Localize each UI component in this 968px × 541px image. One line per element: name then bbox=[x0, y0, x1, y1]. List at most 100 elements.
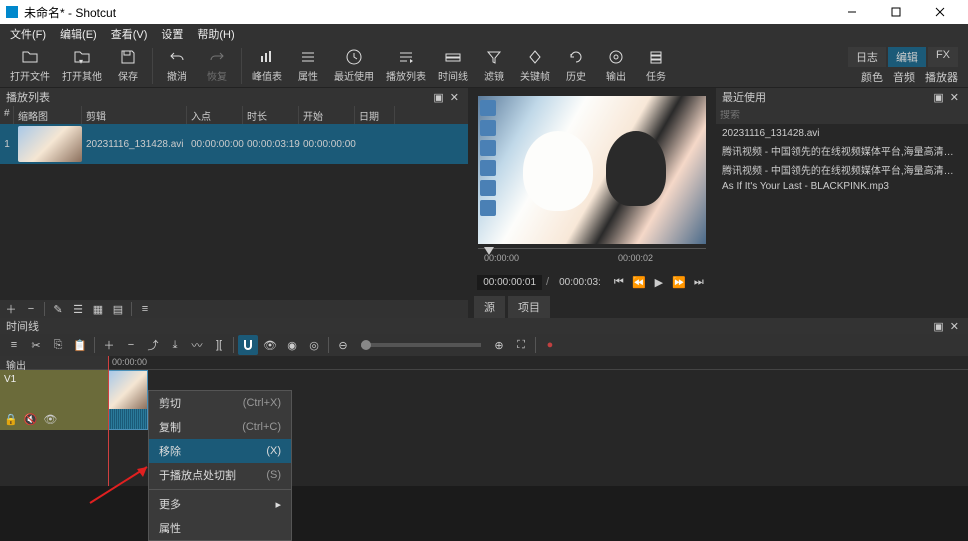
tab-audio[interactable]: 音频 bbox=[893, 69, 915, 85]
tab-player[interactable]: 播放器 bbox=[925, 69, 958, 85]
track-lock-icon[interactable]: 🔒 bbox=[4, 413, 18, 426]
recent-undock-icon[interactable]: ▣ bbox=[930, 91, 946, 104]
play-button[interactable]: ▶ bbox=[651, 274, 667, 290]
maximize-button[interactable] bbox=[874, 0, 918, 24]
context-cut[interactable]: 剪切(Ctrl+X) bbox=[149, 391, 291, 415]
open-file-button[interactable]: 打开文件 bbox=[4, 46, 56, 85]
snap-button[interactable] bbox=[238, 335, 258, 355]
recent-item[interactable]: 腾讯视频 - 中国领先的在线视频媒体平台,海量高清视频... bbox=[720, 160, 964, 179]
lift-button[interactable]: ⤴ bbox=[143, 335, 163, 355]
split-button[interactable]: 〰 bbox=[187, 335, 207, 355]
context-copy[interactable]: 复制(Ctrl+C) bbox=[149, 415, 291, 439]
playlist-remove-button[interactable]: − bbox=[22, 301, 40, 317]
undo-button[interactable]: 撤消 bbox=[157, 46, 197, 85]
playlist-close-icon[interactable]: ✕ bbox=[447, 91, 462, 104]
rewind-button[interactable]: ⏪ bbox=[631, 274, 647, 290]
jobs-icon bbox=[647, 48, 665, 66]
zoom-fit-button[interactable]: ⛶ bbox=[511, 335, 531, 355]
keyframes-button[interactable]: 关键帧 bbox=[514, 46, 556, 85]
tab-color[interactable]: 颜色 bbox=[861, 69, 883, 85]
preview-ruler[interactable]: 00:00:00 00:00:02 bbox=[478, 248, 706, 272]
tab-log[interactable]: 日志 bbox=[848, 47, 886, 67]
clock-icon bbox=[345, 48, 363, 66]
preview-viewport[interactable] bbox=[478, 96, 706, 244]
paste-button[interactable]: 📋 bbox=[70, 335, 90, 355]
current-timecode[interactable]: 00:00:00:01 bbox=[477, 275, 542, 290]
context-more[interactable]: 更多▸ bbox=[149, 492, 291, 516]
properties-icon bbox=[299, 48, 317, 66]
overwrite-button[interactable]: ⤓ bbox=[165, 335, 185, 355]
playlist-update-button[interactable]: ✎ bbox=[49, 301, 67, 317]
zoom-out-button[interactable]: ⊖ bbox=[333, 335, 353, 355]
tab-fx[interactable]: FX bbox=[928, 47, 958, 67]
context-properties[interactable]: 属性 bbox=[149, 516, 291, 540]
playlist-view-icons-button[interactable]: ▤ bbox=[109, 301, 127, 317]
timeline-clip[interactable] bbox=[108, 370, 148, 430]
output-label[interactable]: 输出 bbox=[0, 356, 108, 370]
menu-settings[interactable]: 设置 bbox=[155, 24, 189, 44]
timeline-close-icon[interactable]: ✕ bbox=[947, 320, 962, 333]
ripple-all-button[interactable]: ◎ bbox=[304, 335, 324, 355]
menu-help[interactable]: 帮助(H) bbox=[191, 24, 240, 44]
scrub-button[interactable]: 👁 bbox=[260, 335, 280, 355]
playlist-undock-icon[interactable]: ▣ bbox=[430, 91, 446, 104]
save-button[interactable]: 保存 bbox=[108, 46, 148, 85]
recent-item[interactable]: 腾讯视频 - 中国领先的在线视频媒体平台,海量高清视频... bbox=[720, 141, 964, 160]
recent-item[interactable]: 20231116_131428.avi bbox=[720, 126, 964, 141]
menu-file[interactable]: 文件(F) bbox=[4, 24, 52, 44]
context-remove[interactable]: 移除(X) bbox=[149, 439, 291, 463]
menu-view[interactable]: 查看(V) bbox=[105, 24, 154, 44]
export-button[interactable]: 输出 bbox=[596, 46, 636, 85]
playlist-add-button[interactable]: ＋ bbox=[2, 301, 20, 317]
history-button[interactable]: 历史 bbox=[556, 46, 596, 85]
tab-edit[interactable]: 编辑 bbox=[888, 47, 926, 67]
folder-open-icon bbox=[21, 48, 39, 66]
skip-next-button[interactable]: ⏭ bbox=[691, 274, 707, 290]
playlist-view-list-button[interactable]: ☰ bbox=[69, 301, 87, 317]
ripple-button[interactable]: ◉ bbox=[282, 335, 302, 355]
split2-button[interactable]: ][ bbox=[209, 335, 229, 355]
append-button[interactable]: ＋ bbox=[99, 335, 119, 355]
filters-button[interactable]: 滤镜 bbox=[474, 46, 514, 85]
playlist-button[interactable]: 播放列表 bbox=[380, 46, 432, 85]
title-bar: 未命名* - Shotcut bbox=[0, 0, 968, 24]
timeline-header: 时间线 ▣ ✕ bbox=[0, 318, 968, 334]
track-head-v1[interactable]: V1 🔒 🔇 👁 bbox=[0, 370, 108, 430]
skip-prev-button[interactable]: ⏮ bbox=[611, 274, 627, 290]
recent-search-input[interactable] bbox=[720, 110, 964, 121]
cut-button[interactable]: ✂ bbox=[26, 335, 46, 355]
track-mute-icon[interactable]: 🔇 bbox=[24, 413, 38, 426]
recent-button[interactable]: 最近使用 bbox=[328, 46, 380, 85]
timeline-button[interactable]: 时间线 bbox=[432, 46, 474, 85]
forward-button[interactable]: ⏩ bbox=[671, 274, 687, 290]
ripple-delete-button[interactable]: − bbox=[121, 335, 141, 355]
tab-project[interactable]: 项目 bbox=[508, 296, 550, 318]
minimize-button[interactable] bbox=[830, 0, 874, 24]
peak-meter-button[interactable]: 峰值表 bbox=[246, 46, 288, 85]
record-button[interactable]: ● bbox=[540, 335, 560, 355]
playlist-view-tiles-button[interactable]: ▦ bbox=[89, 301, 107, 317]
tab-source[interactable]: 源 bbox=[474, 296, 505, 318]
recent-close-icon[interactable]: ✕ bbox=[947, 91, 962, 104]
jobs-button[interactable]: 任务 bbox=[636, 46, 676, 85]
playlist-menu-button[interactable]: ≡ bbox=[136, 301, 154, 317]
recent-item[interactable]: As If It's Your Last - BLACKPINK.mp3 bbox=[720, 179, 964, 194]
timeline-undock-icon[interactable]: ▣ bbox=[930, 320, 946, 333]
timeline-ruler[interactable]: 00:00:00 bbox=[108, 356, 968, 370]
recent-panel: 最近使用 ▣ ✕ 20231116_131428.avi 腾讯视频 - 中国领先… bbox=[716, 88, 968, 318]
context-split-at-playhead[interactable]: 于播放点处切割(S) bbox=[149, 463, 291, 487]
timeline-menu-button[interactable]: ≡ bbox=[4, 335, 24, 355]
copy-button[interactable]: ⎘ bbox=[48, 335, 68, 355]
zoom-in-button[interactable]: ⊕ bbox=[489, 335, 509, 355]
menu-edit[interactable]: 编辑(E) bbox=[54, 24, 103, 44]
zoom-slider[interactable] bbox=[361, 343, 481, 347]
track-hide-icon[interactable]: 👁 bbox=[43, 413, 57, 426]
close-button[interactable] bbox=[918, 0, 962, 24]
playlist-row[interactable]: 1 20231116_131428.avi 00:00:00:00 00:00:… bbox=[0, 124, 468, 164]
timeline-playhead[interactable] bbox=[108, 356, 109, 486]
recent-header: 最近使用 ▣ ✕ bbox=[716, 88, 968, 106]
properties-button[interactable]: 属性 bbox=[288, 46, 328, 85]
redo-button[interactable]: 恢复 bbox=[197, 46, 237, 85]
open-other-button[interactable]: ▾打开其他 bbox=[56, 46, 108, 85]
chevron-right-icon: ▸ bbox=[275, 498, 281, 511]
